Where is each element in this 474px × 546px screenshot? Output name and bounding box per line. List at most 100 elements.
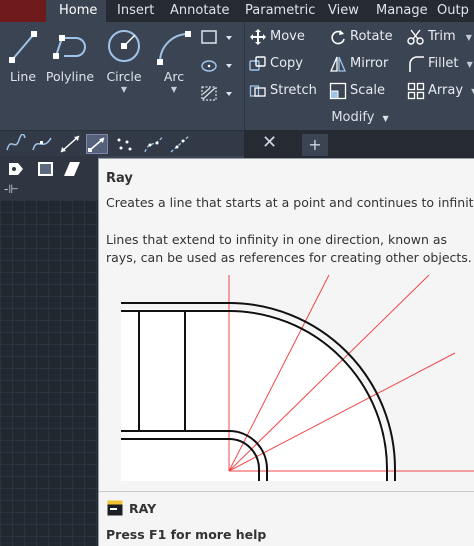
copy-icon — [249, 55, 266, 71]
region-tool-button[interactable] — [6, 160, 26, 178]
hatch-icon — [201, 86, 232, 101]
divide-button[interactable] — [143, 134, 165, 154]
stretch-icon — [249, 84, 266, 97]
polyline-label: Polyline — [45, 69, 95, 84]
new-tab-button[interactable]: + — [302, 134, 328, 156]
trim-dropdown-icon[interactable]: ▼ — [466, 33, 472, 42]
boundary-tool-button[interactable] — [62, 160, 82, 178]
fillet-label: Fillet — [428, 56, 459, 71]
close-tab-icon[interactable]: ✕ — [262, 132, 277, 153]
arc-icon — [157, 31, 191, 65]
tooltip-help: Press F1 for more help — [106, 527, 267, 542]
arc-button[interactable]: Arc ▼ — [154, 24, 194, 110]
hatch-button[interactable] — [200, 56, 232, 78]
circle-icon — [108, 30, 140, 62]
mirror-label: Mirror — [350, 56, 389, 71]
tooltip-command-name: RAY — [129, 501, 157, 516]
spline-fit-button[interactable] — [5, 133, 27, 154]
measure-button[interactable] — [169, 134, 191, 154]
tab-home[interactable]: Home — [46, 0, 106, 22]
line-label: Line — [9, 69, 37, 84]
region-button[interactable] — [200, 84, 232, 106]
ellipse-icon — [201, 60, 232, 72]
measure-icon — [170, 135, 190, 153]
command-icon — [107, 500, 123, 516]
tooltip-separator — [99, 491, 474, 492]
arc-dropdown-icon[interactable]: ▼ — [154, 85, 194, 94]
boundary-icon — [64, 162, 80, 176]
scale-label: Scale — [350, 83, 385, 98]
tooltip-title: Ray — [106, 171, 133, 186]
tooltip-detail: Lines that extend to infinity in one dir… — [106, 232, 472, 265]
scale-icon — [329, 82, 347, 99]
multiple-points-icon — [117, 138, 132, 151]
ray-icon — [88, 137, 105, 152]
circle-dropdown-icon[interactable]: ▼ — [104, 85, 144, 94]
region-icon — [9, 163, 23, 175]
arc-label: Arc — [163, 69, 185, 84]
rotate-button[interactable]: Rotate — [329, 25, 393, 49]
array-icon — [407, 82, 425, 99]
modify-panel: Move Rotate Trim ▼ Copy Mirror Fillet ▼ … — [244, 22, 474, 130]
fillet-button[interactable]: Fillet ▼ — [407, 52, 473, 76]
rotate-label: Rotate — [350, 29, 393, 44]
tab-annotate[interactable]: Annotate — [170, 0, 229, 22]
circle-label: Circle — [106, 69, 142, 84]
divide-icon — [144, 135, 164, 153]
tab-output[interactable]: Outp — [437, 0, 469, 22]
polyline-icon — [53, 35, 86, 59]
point-button[interactable] — [113, 134, 135, 154]
draw-panel: Line Polyline Circle ▼ Arc ▼ — [0, 22, 244, 130]
move-label: Move — [270, 29, 305, 44]
rectangle-button[interactable] — [200, 28, 232, 50]
tooltip-description: Creates a line that starts at a point an… — [106, 195, 474, 210]
gradient-icon — [38, 162, 53, 176]
move-icon — [250, 28, 266, 45]
tab-parametric[interactable]: Parametric — [245, 0, 315, 22]
circle-button[interactable]: Circle ▼ — [104, 24, 144, 110]
copy-label: Copy — [270, 56, 303, 71]
array-label: Array — [428, 83, 464, 98]
construction-line-icon — [60, 135, 80, 153]
pin-icon[interactable]: -⊩ — [4, 182, 19, 196]
ray-tooltip: Ray Creates a line that starts at a poin… — [98, 158, 474, 546]
app-logo[interactable] — [0, 0, 46, 22]
trim-icon — [407, 29, 424, 45]
tab-insert[interactable]: Insert — [117, 0, 154, 22]
file-tab-bar: ✕ + — [244, 130, 474, 158]
scale-button[interactable]: Scale — [329, 79, 385, 103]
tab-view[interactable]: View — [328, 0, 359, 22]
fillet-icon — [409, 55, 424, 72]
mirror-icon — [330, 56, 346, 72]
drawing-canvas[interactable] — [0, 200, 98, 546]
polyline-button[interactable]: Polyline — [44, 24, 96, 110]
stretch-button[interactable]: Stretch — [249, 79, 317, 103]
tab-manage[interactable]: Manage — [376, 0, 428, 22]
spline-cv-icon — [32, 137, 52, 151]
modify-expand-icon[interactable]: ▼ — [383, 114, 389, 123]
side-tool-strip: -⊩ — [0, 156, 98, 200]
trim-label: Trim — [428, 29, 456, 44]
rectangle-icon — [201, 30, 232, 44]
construction-line-button[interactable] — [59, 134, 81, 154]
draw-panel-expanded-row — [0, 130, 244, 156]
ribbon-tab-strip: Home Insert Annotate Parametric View Man… — [0, 0, 474, 22]
spline-icon — [6, 133, 26, 151]
move-button[interactable]: Move — [249, 25, 305, 49]
modify-panel-label: Modify — [331, 110, 375, 125]
line-icon — [9, 31, 37, 63]
ray-illustration — [121, 274, 474, 481]
table-tool-button[interactable] — [36, 160, 56, 178]
fillet-dropdown-icon[interactable]: ▼ — [467, 60, 473, 69]
trim-button[interactable]: Trim ▼ — [407, 25, 472, 49]
array-button[interactable]: Array ▼ — [407, 79, 474, 103]
stretch-label: Stretch — [270, 83, 317, 98]
spline-cv-button[interactable] — [31, 134, 53, 154]
ray-button[interactable] — [86, 134, 108, 154]
modify-panel-title[interactable]: Modify ▼ — [245, 108, 474, 128]
ribbon: Line Polyline Circle ▼ Arc ▼ Move Rotate… — [0, 22, 474, 130]
line-button[interactable]: Line — [4, 24, 42, 110]
copy-button[interactable]: Copy — [249, 52, 303, 76]
mirror-button[interactable]: Mirror — [329, 52, 388, 76]
rotate-icon — [331, 29, 345, 44]
